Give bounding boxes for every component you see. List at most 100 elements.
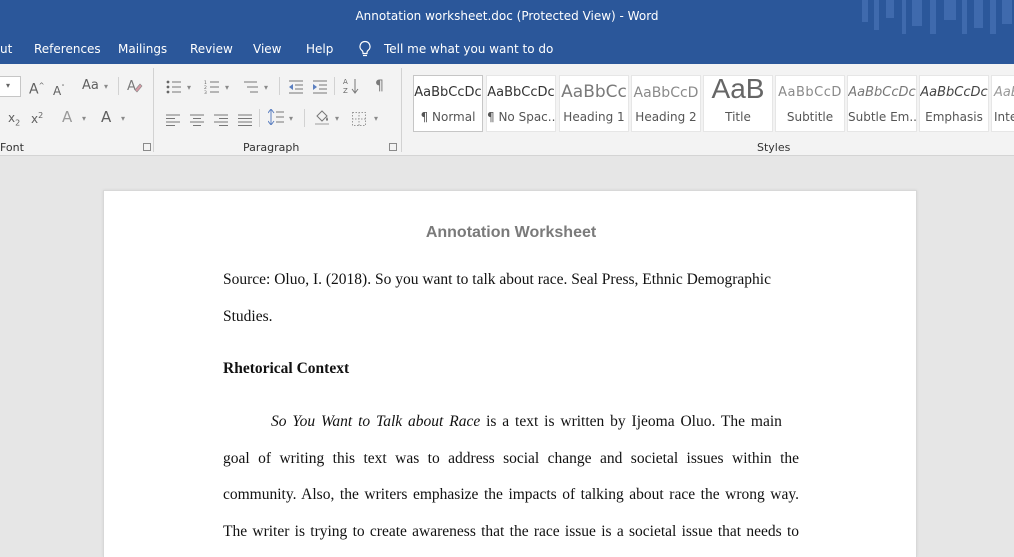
- styles-group-label: Styles: [757, 141, 791, 154]
- title-bar: Annotation worksheet.doc (Protected View…: [0, 0, 1014, 34]
- shrink-font-label: A: [53, 84, 62, 98]
- style-title[interactable]: AaB Title: [703, 75, 773, 132]
- line-spacing-chevron-icon[interactable]: ▾: [289, 114, 293, 123]
- style-normal[interactable]: AaBbCcDc ¶ Normal: [413, 75, 483, 132]
- change-case-label: Aa: [82, 78, 99, 93]
- style-subtle-emphasis[interactable]: AaBbCcDc Subtle Em...: [847, 75, 917, 132]
- tab-view[interactable]: View: [253, 42, 281, 56]
- bullets-button[interactable]: [166, 79, 182, 98]
- sort-button[interactable]: AZ: [343, 77, 359, 99]
- font-color-chevron-icon[interactable]: ▾: [121, 114, 125, 123]
- style-intense-emphasis[interactable]: AaB Inte: [991, 75, 1014, 132]
- lightbulb-icon: [359, 40, 371, 57]
- menu-bar: ut References Mailings Review View Help …: [0, 34, 1014, 64]
- shrink-font-button[interactable]: A˅: [53, 80, 65, 99]
- style-heading-1[interactable]: AaBbCc Heading 1: [559, 75, 629, 132]
- increase-indent-button[interactable]: [312, 79, 328, 98]
- source-line-continued: Studies.: [223, 308, 273, 325]
- clear-formatting-button[interactable]: A: [127, 77, 143, 97]
- superscript-button[interactable]: x2: [31, 108, 43, 127]
- text-effects-button[interactable]: A: [62, 109, 72, 125]
- style-name: Title: [725, 110, 751, 124]
- svg-text:A: A: [127, 79, 136, 93]
- align-center-button[interactable]: [190, 111, 204, 130]
- show-marks-button[interactable]: ¶: [375, 78, 384, 94]
- bullet-list-icon: [166, 80, 181, 94]
- multilevel-chevron-icon[interactable]: ▾: [264, 83, 268, 92]
- align-right-button[interactable]: [214, 111, 228, 130]
- text-effects-chevron-icon[interactable]: ▾: [82, 114, 86, 123]
- paragraph-line: So You Want to Talk about Race is a text…: [223, 413, 799, 431]
- tab-mailings[interactable]: Mailings: [118, 42, 167, 56]
- justify-button[interactable]: [238, 111, 252, 130]
- eraser-icon: A: [127, 79, 143, 94]
- style-sample: AaBbCcD: [778, 85, 842, 100]
- ribbon: ▾ A^ A˅ Aa ▾ A x2 x2 A ▾ A ▾ Font ▾ 1 2 …: [0, 64, 1014, 156]
- style-name: ¶ No Spac...: [487, 110, 556, 124]
- tab-references[interactable]: References: [34, 42, 101, 56]
- decrease-indent-icon: [289, 80, 303, 94]
- borders-chevron-icon[interactable]: ▾: [374, 114, 378, 123]
- style-sample: AaBbCcD: [633, 85, 699, 101]
- numbering-button[interactable]: 123: [204, 79, 220, 98]
- font-dialog-launcher-icon[interactable]: [143, 143, 151, 151]
- document-page[interactable]: Annotation Worksheet Source: Oluo, I. (2…: [103, 190, 917, 557]
- grow-font-button[interactable]: A^: [29, 78, 44, 98]
- paint-bucket-icon: [315, 110, 329, 125]
- style-heading-2[interactable]: AaBbCcD Heading 2: [631, 75, 701, 132]
- paragraph-group-label: Paragraph: [243, 141, 300, 154]
- multilevel-list-button[interactable]: [243, 79, 259, 98]
- align-right-icon: [214, 114, 228, 126]
- numbering-chevron-icon[interactable]: ▾: [225, 83, 229, 92]
- style-name: Subtitle: [786, 110, 834, 124]
- style-no-spacing[interactable]: AaBbCcDc ¶ No Spac...: [486, 75, 556, 132]
- change-case-chevron-icon[interactable]: ▾: [104, 82, 108, 91]
- subscript-button[interactable]: x2: [8, 110, 20, 131]
- increase-indent-icon: [313, 80, 327, 94]
- source-line: Source: Oluo, I. (2018). So you want to …: [223, 271, 771, 288]
- tell-me-label: Tell me what you want to do: [384, 42, 554, 56]
- group-separator: [153, 68, 154, 152]
- shading-button[interactable]: [314, 109, 330, 129]
- paragraph-dialog-launcher-icon[interactable]: [389, 143, 397, 151]
- tab-help[interactable]: Help: [306, 42, 333, 56]
- line-spacing-icon: [267, 108, 284, 126]
- svg-text:A: A: [343, 78, 348, 86]
- borders-icon: [352, 112, 366, 126]
- window-title: Annotation worksheet.doc (Protected View…: [355, 9, 659, 23]
- section-heading: Rhetorical Context: [223, 360, 350, 377]
- style-sample: AaBbCc: [561, 82, 627, 102]
- style-name: Emphasis: [925, 110, 983, 124]
- align-left-button[interactable]: [166, 111, 180, 130]
- divider: [304, 109, 305, 127]
- tab-review[interactable]: Review: [190, 42, 233, 56]
- style-name: Inte: [994, 110, 1014, 124]
- book-title-italic: So You Want to Talk about Race: [271, 413, 481, 430]
- group-separator: [401, 68, 402, 152]
- change-case-button[interactable]: Aa: [82, 78, 99, 94]
- tell-me-search[interactable]: Tell me what you want to do: [358, 38, 553, 60]
- style-sample: AaB: [711, 75, 765, 104]
- line-spacing-button[interactable]: [267, 108, 284, 129]
- decrease-indent-button[interactable]: [288, 79, 304, 98]
- font-group-label: Font: [0, 141, 24, 154]
- style-name: Heading 1: [563, 110, 625, 124]
- shading-chevron-icon[interactable]: ▾: [335, 114, 339, 123]
- tab-layout-partial[interactable]: ut: [0, 42, 12, 56]
- style-sample: AaBbCcDc: [487, 85, 555, 100]
- sort-az-icon: AZ: [343, 78, 359, 95]
- text-effects-label: A: [62, 108, 73, 126]
- document-title: Annotation Worksheet: [425, 224, 597, 241]
- svg-text:3: 3: [204, 90, 207, 94]
- justify-icon: [238, 114, 252, 126]
- font-color-button[interactable]: A: [101, 109, 111, 125]
- style-subtitle[interactable]: AaBbCcD Subtitle: [775, 75, 845, 132]
- style-emphasis[interactable]: AaBbCcDc Emphasis: [919, 75, 989, 132]
- font-size-box[interactable]: ▾: [0, 76, 21, 97]
- grow-font-label: A: [29, 81, 39, 98]
- borders-button[interactable]: [352, 111, 366, 130]
- paragraph-line: community. Also, the writers emphasize t…: [223, 486, 799, 503]
- chevron-down-icon: ▾: [6, 81, 11, 90]
- align-left-icon: [166, 114, 180, 126]
- bullets-chevron-icon[interactable]: ▾: [187, 83, 191, 92]
